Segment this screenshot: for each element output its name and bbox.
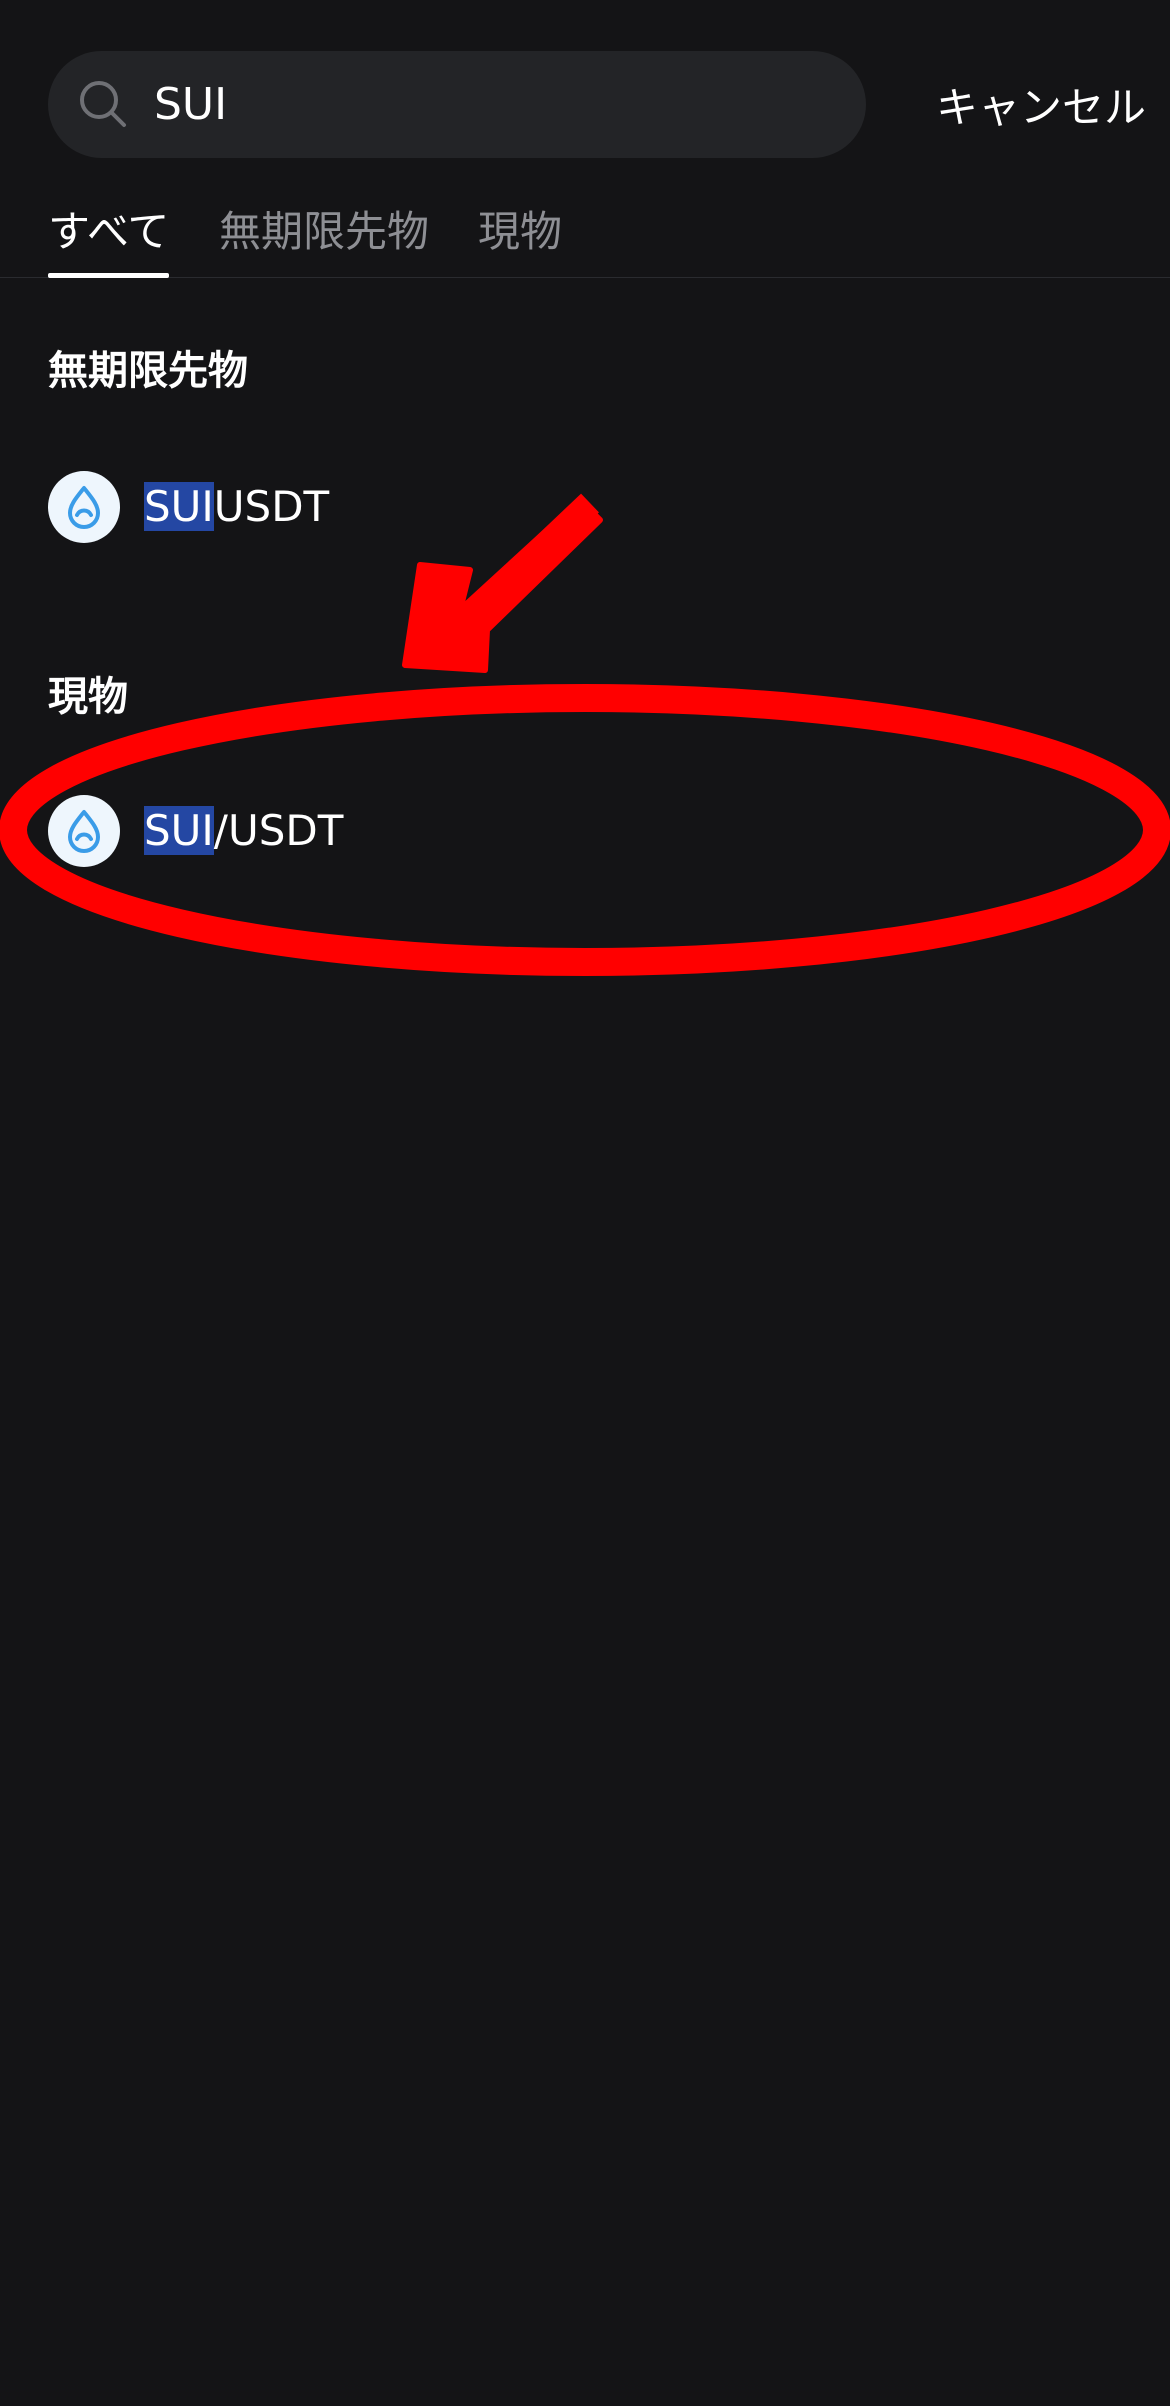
search-icon	[78, 79, 128, 129]
section-title-spot: 現物	[48, 674, 128, 720]
search-match-highlight: SUI	[144, 482, 214, 531]
result-item-sui-usdt-spot[interactable]: SUI/USDT	[0, 776, 1170, 886]
tab-all[interactable]: すべて	[48, 198, 170, 278]
result-label-rest: USDT	[213, 482, 330, 531]
search-results-page: キャンセル すべて 無期限先物 現物 無期限先物 SUIUSDT 現物 SUI/…	[0, 0, 1170, 2406]
search-bar[interactable]	[48, 51, 866, 158]
search-input[interactable]	[154, 51, 834, 158]
result-label-rest: /USDT	[213, 806, 344, 855]
cancel-button[interactable]: キャンセル	[906, 64, 1146, 144]
sui-drop-icon	[48, 795, 120, 867]
search-match-highlight: SUI	[144, 806, 214, 855]
result-label: SUI/USDT	[144, 800, 343, 862]
sui-drop-icon	[48, 471, 120, 543]
tab-perpetual[interactable]: 無期限先物	[219, 198, 429, 278]
tab-spot[interactable]: 現物	[478, 198, 562, 278]
section-title-perpetual: 無期限先物	[48, 348, 248, 394]
result-label: SUIUSDT	[144, 476, 329, 538]
result-item-sui-usdt-perpetual[interactable]: SUIUSDT	[0, 452, 1170, 562]
tab-bar: すべて 無期限先物 現物	[0, 190, 1170, 278]
